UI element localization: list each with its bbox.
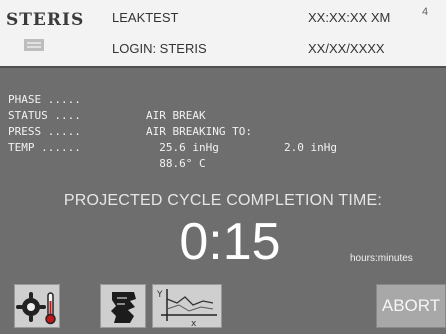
login-text: LOGIN: STERIS: [112, 41, 207, 56]
steris-mark-icon: [24, 39, 44, 51]
header-bar: STERIS LEAKTEST LOGIN: STERIS XX:XX:XX X…: [0, 0, 446, 68]
projected-time-value: 0:15: [179, 213, 281, 271]
projected-time-label: PROJECTED CYCLE COMPLETION TIME:: [63, 192, 383, 209]
time-units: hours:minutes: [350, 253, 413, 264]
press-value: 25.6 inHg: [146, 141, 219, 154]
clock-time: XX:XX:XX XM: [308, 10, 391, 25]
abort-button[interactable]: ABORT: [376, 284, 446, 328]
printer-report-icon: [111, 292, 136, 323]
brand-logo: STERIS: [6, 10, 85, 30]
clock-date: XX/XX/XXXX: [308, 41, 385, 56]
sterilizer-screen: STERIS LEAKTEST LOGIN: STERIS XX:XX:XX X…: [0, 0, 446, 334]
phase-row: PHASE ..... AIR BREAK: [8, 76, 438, 122]
status-row: STATUS .... AIR BREAKING TO: 2.0 inHg: [8, 92, 438, 154]
graph-icon: Y x: [156, 289, 217, 329]
temp-label: TEMP ......: [8, 141, 81, 154]
graph-x-label: x: [191, 319, 197, 329]
temp-row: TEMP ...... 88.6° C: [8, 124, 438, 170]
status-block: PHASE ..... AIR BREAK STATUS .... AIR BR…: [8, 76, 438, 170]
status-target-value: 2.0 inHg: [284, 141, 337, 154]
cycle-name: LEAKTEST: [112, 10, 179, 25]
graph-y-label: Y: [156, 290, 163, 300]
report-button[interactable]: [100, 284, 146, 328]
graph-button[interactable]: Y x: [152, 284, 222, 329]
corner-number: 4: [422, 6, 429, 18]
gear-thermometer-icon: [16, 292, 56, 325]
settings-button[interactable]: [14, 284, 60, 328]
press-row: PRESS ..... 25.6 inHg: [8, 108, 438, 154]
temp-value: 88.6° C: [146, 157, 206, 170]
